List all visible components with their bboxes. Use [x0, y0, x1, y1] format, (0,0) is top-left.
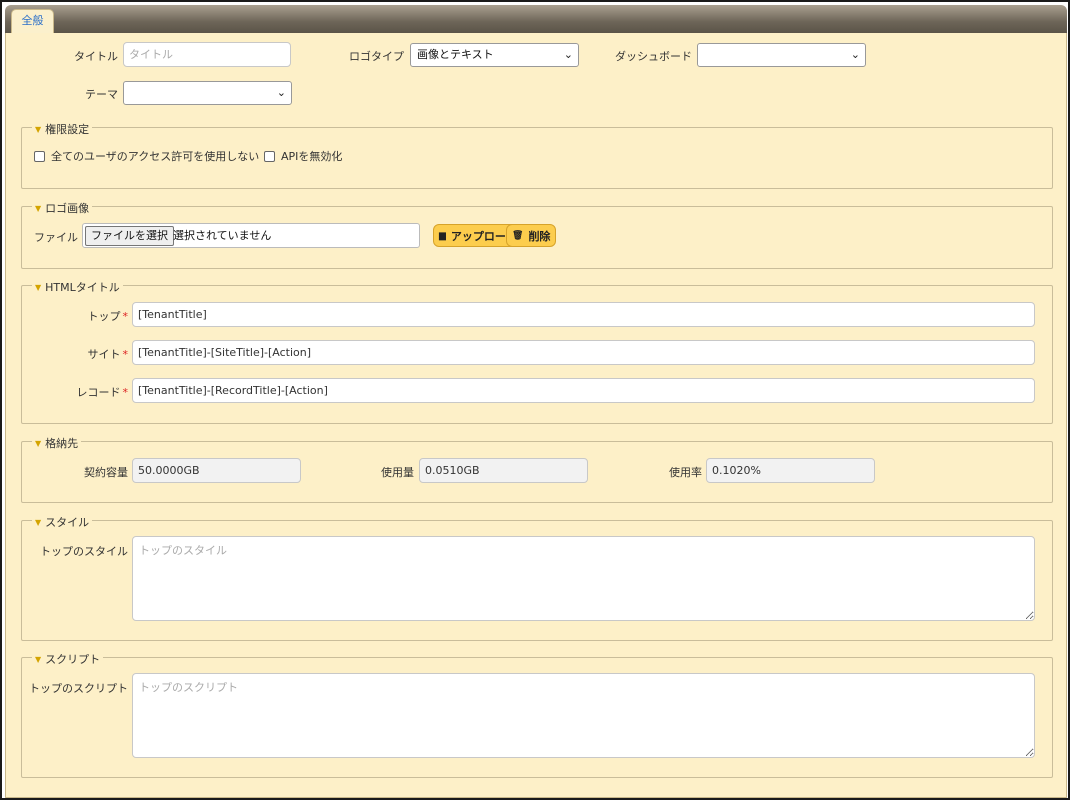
dashboard-select[interactable]: ⌄ [697, 43, 866, 67]
top-script-label: トップのスクリプト [29, 682, 128, 695]
trash-icon: 🗑 [512, 230, 524, 241]
html-title-top-label: トップ * [87, 310, 129, 323]
chevron-down-icon: ⌄ [276, 86, 286, 99]
html-title-record-label: レコード * [76, 386, 129, 399]
contract-capacity-label: 契約容量 [84, 466, 128, 479]
usage-label: 使用量 [381, 466, 414, 479]
floppy-disk-icon: ▆ [439, 230, 446, 241]
html-title-group: ▼HTMLタイトル トップ* サイト* レコード* [21, 279, 1053, 424]
script-legend[interactable]: ▼ スクリプト [32, 651, 104, 667]
html-title-legend[interactable]: ▼ HTMLタイトル [32, 279, 123, 295]
usage-rate-label: 使用率 [669, 466, 702, 479]
tab-general[interactable]: 全般 [11, 9, 54, 34]
html-title-top-input[interactable] [132, 302, 1035, 327]
choose-file-button[interactable]: ファイルを選択 [85, 226, 174, 246]
triangle-down-icon: ▼ [35, 518, 42, 527]
style-group: ▼ スタイル トップのスタイル [21, 514, 1053, 641]
file-label: ファイル [34, 231, 78, 244]
script-group: ▼ スクリプト トップのスクリプト [21, 651, 1053, 778]
html-title-site-label: サイト * [87, 348, 129, 361]
file-input[interactable]: ファイルを選択 選択されていません [82, 223, 420, 248]
triangle-down-icon: ▼ [35, 125, 42, 134]
disable-all-user-access-checkbox[interactable]: 全てのユーザのアクセス許可を使用しない [34, 148, 259, 164]
usage-field [419, 458, 588, 483]
permissions-legend[interactable]: ▼ 権限設定 [32, 121, 93, 137]
chevron-down-icon: ⌄ [850, 48, 860, 61]
disable-api-checkbox[interactable]: APIを無効化 [264, 148, 342, 164]
title-input[interactable] [123, 42, 291, 67]
checkbox-box[interactable] [34, 150, 45, 162]
html-title-site-input[interactable] [132, 340, 1035, 365]
logo-type-select[interactable]: 画像とテキスト ⌄ [410, 43, 579, 67]
triangle-down-icon: ▼ [35, 204, 42, 213]
usage-rate-field [706, 458, 875, 483]
logo-image-legend[interactable]: ▼ ロゴ画像 [32, 200, 93, 216]
chevron-down-icon: ⌄ [563, 48, 573, 61]
settings-panel: タイトル ロゴタイプ 画像とテキスト ⌄ ダッシュボード ⌄ テーマ ⌄ ▼権限… [5, 33, 1067, 798]
window-frame: 全般 タイトル ロゴタイプ 画像とテキスト ⌄ ダッシュボード ⌄ テーマ ⌄ … [0, 0, 1070, 800]
triangle-down-icon: ▼ [35, 283, 42, 292]
theme-select[interactable]: ⌄ [123, 81, 292, 105]
storage-legend[interactable]: ▼ 格納先 [32, 435, 82, 451]
logo-type-value: 画像とテキスト [417, 48, 494, 61]
delete-button[interactable]: 🗑 削除 [506, 224, 557, 247]
logo-image-group: ▼ ロゴ画像 ファイル ファイルを選択 選択されていません ▆ アップロード 🗑 削除 [21, 200, 1053, 269]
dashboard-label: ダッシュボード [615, 50, 692, 63]
html-title-record-input[interactable] [132, 378, 1035, 403]
logo-type-label: ロゴタイプ [349, 50, 404, 63]
storage-group: ▼格納先 契約容量 使用量 使用率 [21, 435, 1053, 503]
theme-label: テーマ [85, 88, 118, 101]
triangle-down-icon: ▼ [35, 655, 42, 664]
tab-bar: 全般 [5, 5, 1067, 34]
checkbox-box[interactable] [264, 150, 275, 162]
permissions-group: ▼ 権限設定 全てのユーザのアクセス許可を使用しない APIを無効化 [21, 121, 1053, 189]
style-legend[interactable]: ▼ スタイル [32, 514, 93, 530]
no-file-text: 選択されていません [173, 229, 272, 242]
top-style-label: トップのスタイル [40, 545, 128, 558]
contract-capacity-field [132, 458, 301, 483]
triangle-down-icon: ▼ [35, 439, 42, 448]
top-style-textarea[interactable] [132, 536, 1035, 621]
top-script-textarea[interactable] [132, 673, 1035, 758]
title-label: タイトル [74, 50, 118, 63]
